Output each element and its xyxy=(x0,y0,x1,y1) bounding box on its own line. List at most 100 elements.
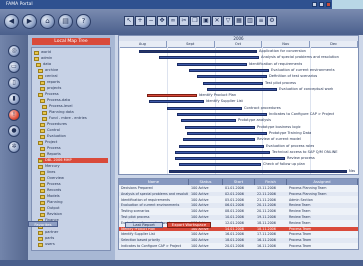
gantt-task-bar[interactable] xyxy=(159,56,259,60)
gantt-task-bar[interactable] xyxy=(177,113,267,116)
gantt-task-bar[interactable] xyxy=(175,157,285,161)
tree-item[interactable]: Process-level xyxy=(42,104,108,109)
tree-item[interactable]: Revision xyxy=(40,212,108,217)
minimize-icon[interactable] xyxy=(312,2,317,7)
tree-item[interactable]: parts xyxy=(38,236,108,241)
tree-item-label: Process xyxy=(45,92,59,96)
tree-item[interactable]: Process xyxy=(40,146,108,151)
select-icon[interactable]: ↖ xyxy=(124,16,134,26)
tree-item[interactable]: partner xyxy=(38,230,108,235)
table-row[interactable]: Testing scenarios 100 Active 08.01.2006 20.… xyxy=(119,209,358,214)
gantt-task-bar[interactable] xyxy=(175,150,270,154)
tree-item[interactable]: Process-data xyxy=(40,98,108,103)
tree-item[interactable]: projects xyxy=(40,86,108,91)
tree-item[interactable]: DBL 2006 MHP xyxy=(38,158,108,163)
table-row[interactable]: Indicates to Configure CAP > Project 100 … xyxy=(119,244,358,249)
settings-icon[interactable]: ✲ xyxy=(8,141,20,153)
gantt-task-bar[interactable] xyxy=(181,119,236,123)
table-row[interactable]: Test pilot process 100 Active 10.01.2006 19… xyxy=(119,215,358,220)
table-row[interactable]: Identify Supplier List 100 Active 16.01.20… xyxy=(119,232,358,237)
pan-icon[interactable]: ✥ xyxy=(157,16,167,26)
delete-icon[interactable]: ✕ xyxy=(212,16,222,26)
home-icon[interactable]: ⌂ xyxy=(40,14,55,29)
tree-item[interactable]: Project xyxy=(38,140,108,145)
gantt-task-bar[interactable] xyxy=(207,87,277,91)
table-row[interactable]: Selection based priority 100 Active 18.01.… xyxy=(119,238,358,243)
tree-item[interactable]: data xyxy=(36,62,108,67)
table-column-header[interactable]: Assigned xyxy=(287,179,358,185)
tree-item[interactable]: world xyxy=(34,50,108,55)
last-report-button[interactable]: Last Report xyxy=(125,222,163,228)
task-table[interactable]: Name Status Start Finish Assigned Decisions … xyxy=(118,178,359,250)
gantt-task-bar[interactable] xyxy=(179,144,264,148)
gantt-task-bar[interactable] xyxy=(167,106,242,110)
tree-item[interactable]: Control xyxy=(40,128,108,133)
gantt-task-bar[interactable] xyxy=(183,138,255,142)
tree-item[interactable]: archive xyxy=(38,68,108,73)
gantt-task-bar[interactable] xyxy=(189,68,269,72)
tree-item[interactable]: Process xyxy=(40,182,108,187)
gantt-task-bar[interactable] xyxy=(187,131,267,135)
gantt-task-bar[interactable] xyxy=(197,75,267,79)
table-row[interactable]: Analysis of special problems and resolut… xyxy=(119,191,358,197)
table-row[interactable]: Decisions Prepared 100 Active 01.01.2006 15… xyxy=(119,186,358,191)
table-column-header[interactable]: Finish xyxy=(255,179,287,185)
tree-item[interactable]: users xyxy=(38,242,108,247)
close-icon[interactable] xyxy=(326,2,331,7)
zoom-out-icon[interactable]: − xyxy=(146,16,156,26)
help-icon[interactable]: ? xyxy=(76,14,91,29)
tree-item[interactable]: admin xyxy=(34,56,108,61)
calendar-icon[interactable]: ▥ xyxy=(245,16,255,26)
tree-item[interactable]: Overview xyxy=(40,176,108,181)
tree-item[interactable]: lines xyxy=(40,170,108,175)
settings-icon[interactable]: ⚙ xyxy=(267,16,277,26)
tree-item[interactable]: Planning data xyxy=(42,110,108,115)
tree-item[interactable]: Output xyxy=(40,206,108,211)
document-icon[interactable]: ▯ xyxy=(8,77,20,89)
tree-item[interactable]: Fund - mbre - entries xyxy=(42,116,108,121)
tree-item[interactable]: central xyxy=(38,74,108,79)
forward-icon[interactable]: ▶ xyxy=(22,14,37,29)
tree-item[interactable]: reports xyxy=(40,80,108,85)
tree-item[interactable]: Reports xyxy=(40,152,108,157)
report-icon[interactable]: ≡ xyxy=(256,16,266,26)
link-icon[interactable]: ∞ xyxy=(168,16,178,26)
gantt-task-bar[interactable] xyxy=(179,163,261,167)
tree-item[interactable]: Procedures xyxy=(40,122,108,127)
table-column-header[interactable]: Status xyxy=(189,179,223,185)
tree-item[interactable]: Records xyxy=(40,188,108,193)
map-icon[interactable]: ◎ xyxy=(8,45,20,57)
gantt-task-bar[interactable] xyxy=(139,50,257,53)
copy-icon[interactable]: ❐ xyxy=(190,16,200,26)
maximize-icon[interactable] xyxy=(319,2,324,7)
back-icon[interactable]: ◀ xyxy=(4,14,19,29)
gantt-task-bar[interactable] xyxy=(203,81,263,85)
table-row[interactable]: Identification of requirements 100 Active… xyxy=(119,198,358,203)
tree-favorites-button[interactable]: Favorites xyxy=(28,221,58,227)
tree-item[interactable]: Process xyxy=(38,92,108,97)
tree-item[interactable]: Models xyxy=(40,194,108,199)
print-icon[interactable]: ▤ xyxy=(58,14,73,29)
filter-icon[interactable]: ▽ xyxy=(223,16,233,26)
gantt-task-bar[interactable] xyxy=(149,100,204,104)
table-column-header[interactable]: Start xyxy=(223,179,255,185)
folder-icon[interactable]: ▭ xyxy=(8,61,20,73)
user-icon[interactable]: ● xyxy=(8,125,20,137)
gantt-chart[interactable]: 2006 Aug Sept Oct Nov Dec Application for co… xyxy=(118,35,359,175)
gantt-task-bar[interactable] xyxy=(147,94,197,98)
paste-icon[interactable]: ▣ xyxy=(201,16,211,26)
cut-icon[interactable]: ✂ xyxy=(179,16,189,26)
export-workspace-button[interactable]: Export Workspace xyxy=(167,222,211,228)
gantt-task-bar[interactable] xyxy=(185,125,255,129)
alert-icon[interactable]: ! xyxy=(8,109,20,121)
chart-icon[interactable]: ▮ xyxy=(8,93,20,105)
tree-item[interactable]: Planning xyxy=(40,200,108,205)
grid-icon[interactable]: ▦ xyxy=(234,16,244,26)
gantt-task-bar[interactable] xyxy=(169,169,347,173)
table-column-header[interactable]: Name xyxy=(119,179,189,185)
tree-item[interactable]: Evaluation xyxy=(40,134,108,139)
tree-item[interactable]: Mercury xyxy=(38,164,108,169)
gantt-task-bar[interactable] xyxy=(177,62,247,66)
zoom-in-icon[interactable]: + xyxy=(135,16,145,26)
table-row[interactable]: Evaluation of current environments 100 Ac… xyxy=(119,203,358,208)
